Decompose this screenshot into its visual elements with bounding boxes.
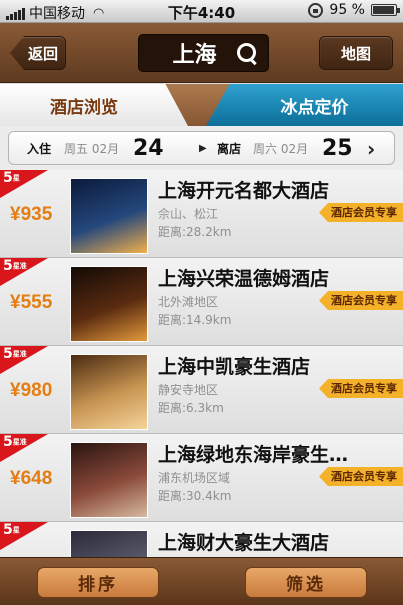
bottom-bar: 排序 筛选 <box>0 557 403 605</box>
date-selector[interactable]: 入住 周五 02月 24 ▶ 离店 周六 02月 25 › <box>8 131 395 165</box>
member-badge: 酒店会员专享 <box>319 291 403 310</box>
hotel-name: 上海兴荣温德姆酒店 <box>158 268 330 290</box>
star-rating: 5星 <box>3 170 20 186</box>
status-bar: 中国移动 ◠ 下午4:40 95 % <box>0 0 403 23</box>
hotel-thumbnail <box>70 178 148 254</box>
checkin-weekday-month: 周五 02月 <box>64 142 120 156</box>
tab-bar: 酒店浏览 冰点定价 <box>0 84 403 126</box>
rotation-lock-icon <box>308 2 324 18</box>
date-bar: 入住 周五 02月 24 ▶ 离店 周六 02月 25 › <box>0 126 403 170</box>
status-right: 95 % <box>308 2 400 18</box>
checkout-weekday-month: 周六 02月 <box>253 142 309 156</box>
back-button[interactable]: 返回 <box>10 36 66 70</box>
list-item[interactable]: 5星准 ¥980 上海中凯豪生酒店 静安寺地区 距离:6.3km 酒店会员专享 <box>0 346 403 434</box>
hotel-distance: 距离:30.4km <box>158 489 232 503</box>
filter-button[interactable]: 筛选 <box>245 567 367 598</box>
star-rating: 5星准 <box>3 346 27 362</box>
hotel-area: 浦东机场区域 <box>158 471 231 485</box>
list-item[interactable]: 5星 ¥935 上海开元名都大酒店 佘山、松江 距离:28.2km 酒店会员专享 <box>0 170 403 258</box>
hotel-thumbnail <box>70 354 148 430</box>
member-badge: 酒店会员专享 <box>319 467 403 486</box>
list-item[interactable]: 5星 上海财大豪生大酒店 <box>0 522 403 557</box>
checkout-label: 离店 <box>217 142 242 156</box>
list-item[interactable]: 5星准 ¥648 上海绿地东海岸豪生… 浦东机场区域 距离:30.4km 酒店会… <box>0 434 403 522</box>
list-item[interactable]: 5星准 ¥555 上海兴荣温德姆酒店 北外滩地区 距离:14.9km 酒店会员专… <box>0 258 403 346</box>
map-button[interactable]: 地图 <box>319 36 393 70</box>
hotel-list[interactable]: 5星 ¥935 上海开元名都大酒店 佘山、松江 距离:28.2km 酒店会员专享… <box>0 170 403 557</box>
hotel-area: 北外滩地区 <box>158 295 219 309</box>
hotel-thumbnail <box>70 530 148 557</box>
hotel-thumbnail <box>70 442 148 518</box>
checkin-day: 24 <box>133 136 164 161</box>
hotel-price: ¥648 <box>10 468 53 489</box>
star-rating: 5星 <box>3 522 20 538</box>
star-rating: 5星准 <box>3 258 27 274</box>
hotel-name: 上海中凯豪生酒店 <box>158 356 311 378</box>
hotel-distance: 距离:6.3km <box>158 401 224 415</box>
hotel-price: ¥935 <box>10 204 53 225</box>
hotel-name: 上海财大豪生大酒店 <box>158 532 330 554</box>
sort-button[interactable]: 排序 <box>37 567 159 598</box>
hotel-distance: 距离:28.2km <box>158 225 232 239</box>
battery-percent: 95 % <box>329 2 365 18</box>
play-arrow-icon: ▶ <box>199 143 207 154</box>
checkout-day: 25 <box>322 136 353 161</box>
hotel-name: 上海绿地东海岸豪生… <box>158 444 349 466</box>
hotel-area: 静安寺地区 <box>158 383 219 397</box>
hotel-name: 上海开元名都大酒店 <box>158 180 330 202</box>
nav-bar: 返回 上海 地图 <box>0 23 403 83</box>
member-badge: 酒店会员专享 <box>319 379 403 398</box>
checkin-label: 入住 <box>27 142 52 156</box>
star-rating: 5星准 <box>3 434 27 450</box>
hotel-thumbnail <box>70 266 148 342</box>
chevron-right-icon[interactable]: › <box>367 132 375 166</box>
city-search-box[interactable]: 上海 <box>138 34 269 72</box>
hotel-area: 佘山、松江 <box>158 207 219 221</box>
tab-freeze-price[interactable]: 冰点定价 <box>206 84 403 126</box>
hotel-price: ¥980 <box>10 380 53 401</box>
city-name: 上海 <box>172 43 217 68</box>
battery-icon <box>371 4 400 16</box>
search-icon[interactable] <box>232 38 262 68</box>
hotel-distance: 距离:14.9km <box>158 313 232 327</box>
hotel-price: ¥555 <box>10 292 53 313</box>
tab-hotel-browse[interactable]: 酒店浏览 <box>0 84 188 126</box>
member-badge: 酒店会员专享 <box>319 203 403 222</box>
